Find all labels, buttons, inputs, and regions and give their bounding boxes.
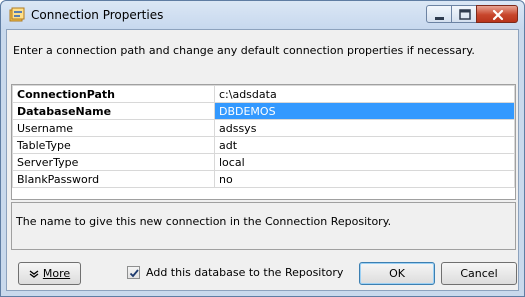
instruction-text: Enter a connection path and change any d… xyxy=(13,44,475,57)
property-row[interactable]: TableType adt xyxy=(12,136,515,154)
property-value[interactable]: local xyxy=(214,153,515,171)
property-row[interactable]: Username adssys xyxy=(12,119,515,137)
cancel-button[interactable]: Cancel xyxy=(441,262,517,285)
property-name[interactable]: Username xyxy=(12,119,215,137)
maximize-icon xyxy=(459,9,471,20)
connection-properties-icon xyxy=(9,7,25,22)
property-name[interactable]: TableType xyxy=(12,136,215,154)
property-row[interactable]: ServerType local xyxy=(12,153,515,171)
more-button[interactable]: More xyxy=(18,262,81,285)
close-icon xyxy=(492,9,504,21)
property-grid: ConnectionPath c:\adsdata DatabaseName DBDE… xyxy=(11,84,516,200)
title-bar[interactable]: Connection Properties xyxy=(1,1,524,29)
window-title: Connection Properties xyxy=(31,8,164,22)
description-text: The name to give this new connection in … xyxy=(16,215,392,228)
minimize-icon xyxy=(435,17,444,20)
property-row[interactable]: BlankPassword no xyxy=(12,170,515,188)
more-button-label: More xyxy=(42,267,71,280)
property-value[interactable]: no xyxy=(214,170,515,188)
property-table: ConnectionPath c:\adsdata DatabaseName DBDE… xyxy=(12,85,515,188)
property-value[interactable]: adt xyxy=(214,136,515,154)
close-button[interactable] xyxy=(476,5,518,23)
property-name[interactable]: ServerType xyxy=(12,153,215,171)
property-value[interactable]: adssys xyxy=(214,119,515,137)
description-panel: The name to give this new connection in … xyxy=(11,202,516,250)
property-name[interactable]: BlankPassword xyxy=(12,170,215,188)
checkmark-icon xyxy=(129,269,139,278)
maximize-button[interactable] xyxy=(451,5,477,23)
property-row[interactable]: DatabaseName DBDEMOS xyxy=(12,102,515,120)
property-value[interactable]: c:\adsdata xyxy=(214,85,515,103)
add-to-repository-checkbox[interactable] xyxy=(127,266,140,279)
dialog-window: Connection Properties Enter a connection… xyxy=(0,0,525,297)
property-name[interactable]: DatabaseName xyxy=(12,102,215,120)
ok-button[interactable]: OK xyxy=(359,262,435,285)
dialog-body: Enter a connection path and change any d… xyxy=(6,29,519,291)
property-row[interactable]: ConnectionPath c:\adsdata xyxy=(12,85,515,103)
minimize-button[interactable] xyxy=(426,5,452,23)
add-to-repository-label: Add this database to the Repository xyxy=(146,266,344,279)
property-name[interactable]: ConnectionPath xyxy=(12,85,215,103)
property-value[interactable]: DBDEMOS xyxy=(214,102,515,120)
chevron-down-icon xyxy=(29,270,39,278)
